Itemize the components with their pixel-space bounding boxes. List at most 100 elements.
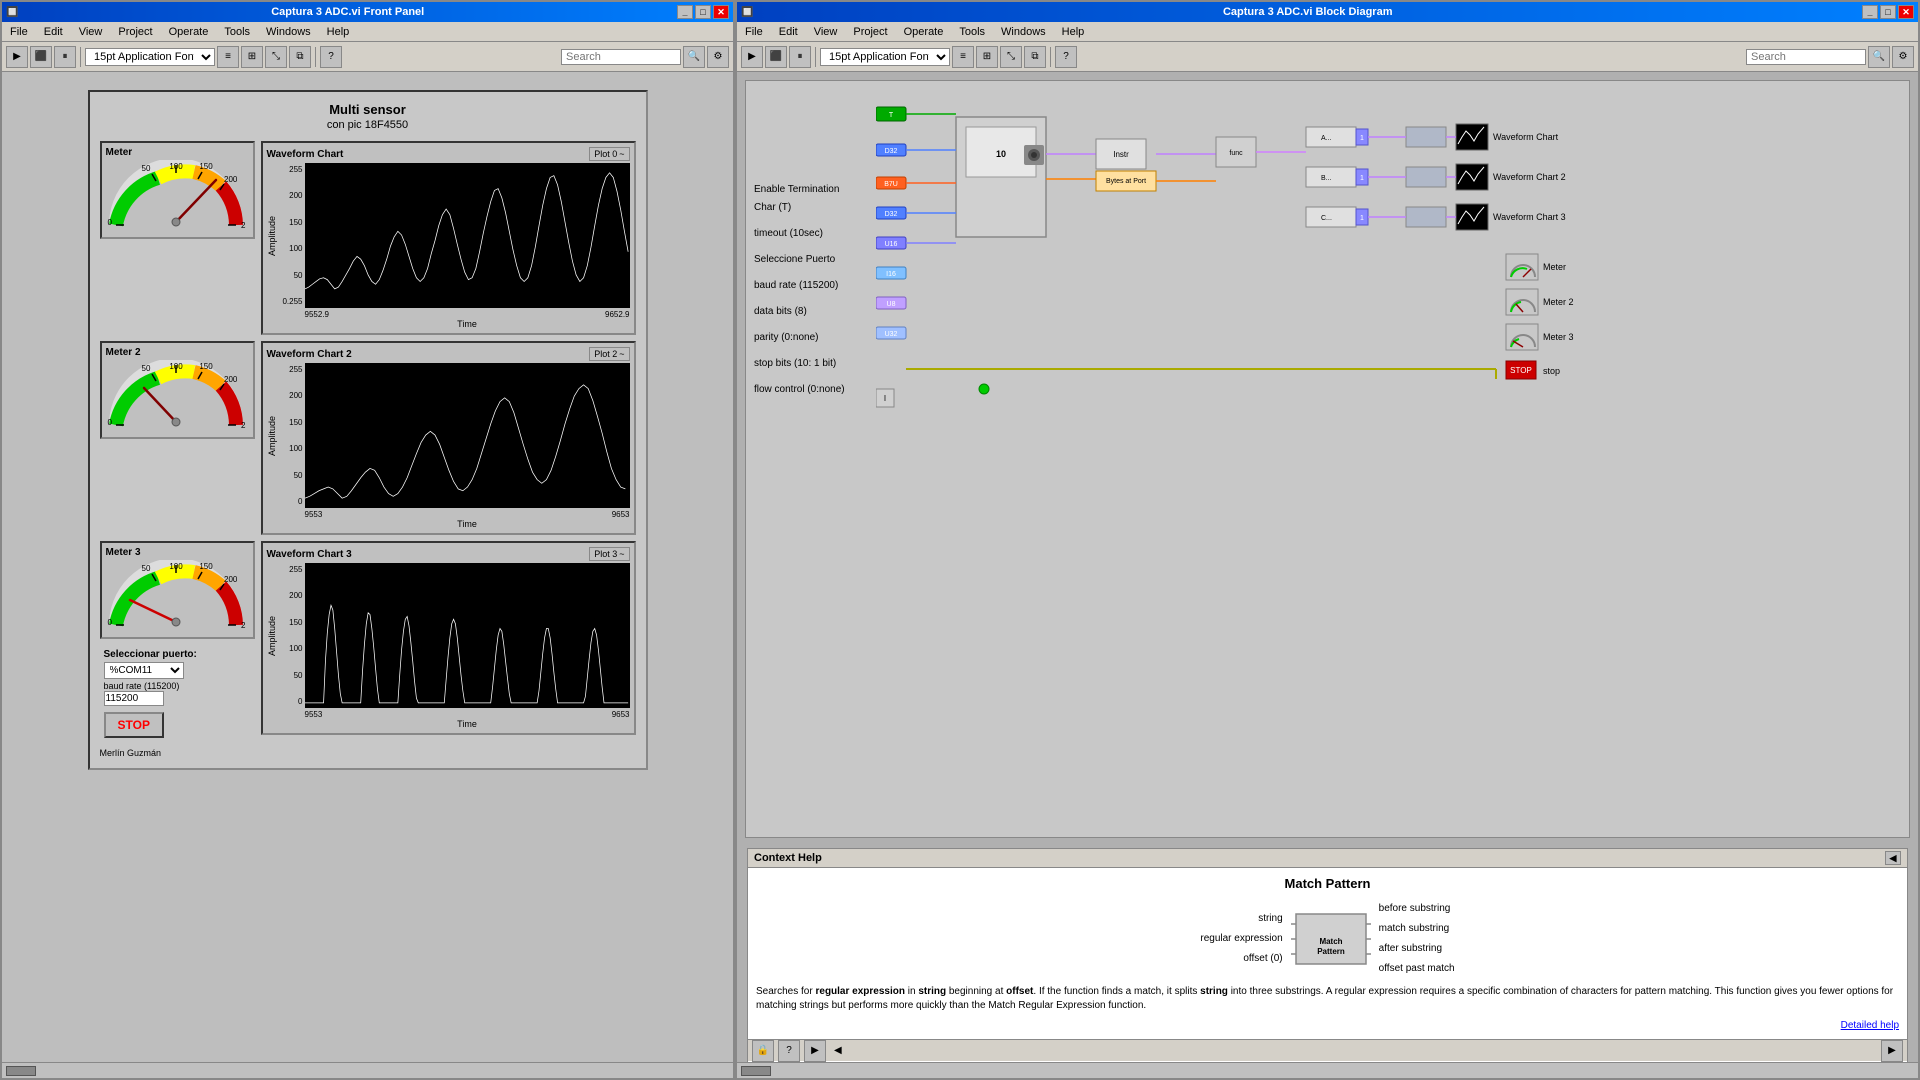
- toolbar-search-btn[interactable]: 🔍: [683, 46, 705, 68]
- chart1-plot-btn[interactable]: Plot 0 ~: [589, 147, 629, 161]
- menu-operate[interactable]: Operate: [165, 25, 213, 39]
- bd-menu-edit[interactable]: Edit: [775, 25, 802, 39]
- toolbar-pause[interactable]: ⏸: [54, 46, 76, 68]
- font-selector[interactable]: 15pt Application Font: [85, 48, 215, 66]
- bd-menu-windows[interactable]: Windows: [997, 25, 1050, 39]
- bd-toolbar-pause[interactable]: ⏸: [789, 46, 811, 68]
- chart3-waveform: [305, 563, 630, 708]
- svg-text:0: 0: [107, 218, 112, 227]
- svg-text:100: 100: [169, 162, 183, 171]
- svg-text:stop: stop: [1543, 366, 1560, 376]
- chart1-time: Time: [305, 319, 630, 329]
- bd-menu-operate[interactable]: Operate: [900, 25, 948, 39]
- label-flow-control: flow control (0:none): [754, 381, 845, 399]
- chart1-box: Waveform Chart Plot 0 ~ Amplitude 255 20…: [261, 141, 636, 335]
- svg-text:255: 255: [241, 621, 246, 630]
- diagram-scrollbar-h[interactable]: [737, 1062, 1918, 1078]
- bd-toolbar-align[interactable]: ≡: [952, 46, 974, 68]
- chart2-label: Waveform Chart 2: [267, 349, 352, 360]
- menu-tools[interactable]: Tools: [220, 25, 254, 39]
- chart1-ylabels: 255 200 150 100 50 0.255: [277, 163, 305, 308]
- label-enable-termination: Enable Termination Char (T): [754, 181, 845, 217]
- toolbar-stop[interactable]: ⬛: [30, 46, 52, 68]
- bd-close-button[interactable]: ✕: [1898, 5, 1914, 19]
- menu-edit[interactable]: Edit: [40, 25, 67, 39]
- chart3-ylabels: 255 200 150 100 50 0: [277, 563, 305, 708]
- bd-toolbar-extra2[interactable]: ⤡: [1000, 46, 1022, 68]
- block-diagram-search[interactable]: [1746, 49, 1866, 65]
- bd-menu-help[interactable]: Help: [1058, 25, 1089, 39]
- menu-help[interactable]: Help: [323, 25, 354, 39]
- help-btn-forward[interactable]: ▶: [804, 1040, 826, 1062]
- front-panel-search[interactable]: [561, 49, 681, 65]
- toolbar-distribute[interactable]: ⊞: [241, 46, 263, 68]
- stop-button[interactable]: STOP: [104, 712, 164, 738]
- bd-font-selector[interactable]: 15pt Application Font: [820, 48, 950, 66]
- svg-text:50: 50: [141, 364, 150, 373]
- bd-toolbar-extra1[interactable]: ⊞: [976, 46, 998, 68]
- toolbar-help[interactable]: ?: [320, 46, 342, 68]
- diagram-main-area: Enable Termination Char (T) timeout (10s…: [745, 80, 1910, 838]
- chart2-xaxis: 9553 9653: [305, 510, 630, 519]
- bd-menu-tools[interactable]: Tools: [955, 25, 989, 39]
- chart3-plot-btn[interactable]: Plot 3 ~: [589, 547, 629, 561]
- block-diagram-toolbar: ▶ ⬛ ⏸ 15pt Application Font ≡ ⊞ ⤡ ⧉ ? 🔍 …: [737, 42, 1918, 72]
- menu-view[interactable]: View: [75, 25, 107, 39]
- com-port-select[interactable]: %COM11: [104, 662, 184, 679]
- help-btn-question[interactable]: ?: [778, 1040, 800, 1062]
- toolbar-reorder[interactable]: ⧉: [289, 46, 311, 68]
- meter2-box: Meter 2 0 50: [100, 341, 255, 439]
- help-collapse-btn[interactable]: ◀: [1885, 851, 1901, 865]
- menu-windows[interactable]: Windows: [262, 25, 315, 39]
- bd-menu-project[interactable]: Project: [849, 25, 891, 39]
- bd-toolbar-run[interactable]: ▶: [741, 46, 763, 68]
- chart2-plot-btn[interactable]: Plot 2 ~: [589, 347, 629, 361]
- help-label-match: match substring: [1379, 919, 1455, 939]
- toolbar-extra[interactable]: ⚙: [707, 46, 729, 68]
- help-btn-collapse[interactable]: ▶: [1881, 1040, 1903, 1062]
- help-main-title: Match Pattern: [756, 876, 1899, 891]
- bd-menu-view[interactable]: View: [810, 25, 842, 39]
- front-panel-title: Captura 3 ADC.vi Front Panel: [18, 6, 677, 18]
- front-panel-scrollbar-h[interactable]: [2, 1062, 733, 1078]
- bd-minimize-button[interactable]: _: [1862, 5, 1878, 19]
- chart2-amplitude: Amplitude: [267, 363, 277, 508]
- help-btn-lock[interactable]: 🔒: [752, 1040, 774, 1062]
- svg-text:200: 200: [224, 575, 238, 584]
- chart1-waveform: [305, 163, 630, 308]
- menu-file[interactable]: File: [6, 25, 32, 39]
- bd-maximize-button[interactable]: □: [1880, 5, 1896, 19]
- chart2-header: Waveform Chart 2 Plot 2 ~: [267, 347, 630, 361]
- svg-text:255: 255: [241, 421, 246, 430]
- svg-text:0: 0: [107, 618, 112, 627]
- bd-toolbar-view[interactable]: ⚙: [1892, 46, 1914, 68]
- front-panel-content: Multi sensor con pic 18F4550 Meter: [2, 72, 733, 1062]
- bd-toolbar-stop[interactable]: ⬛: [765, 46, 787, 68]
- svg-text:100: 100: [169, 362, 183, 371]
- chart2-inner: Amplitude 255 200 150 100 50 0: [267, 363, 630, 529]
- svg-text:100: 100: [169, 562, 183, 571]
- diagram-content: Enable Termination Char (T) timeout (10s…: [737, 72, 1918, 1078]
- chart3-header: Waveform Chart 3 Plot 3 ~: [267, 547, 630, 561]
- label-baud-rate: baud rate (115200): [754, 277, 845, 295]
- toolbar-resize[interactable]: ⤡: [265, 46, 287, 68]
- menu-project[interactable]: Project: [114, 25, 156, 39]
- bd-toolbar-help[interactable]: ?: [1055, 46, 1077, 68]
- svg-text:B7U: B7U: [884, 181, 898, 188]
- toolbar-run[interactable]: ▶: [6, 46, 28, 68]
- minimize-button[interactable]: _: [677, 5, 693, 19]
- maximize-button[interactable]: □: [695, 5, 711, 19]
- svg-text:1: 1: [1360, 215, 1364, 222]
- baud-rate-input[interactable]: [104, 691, 164, 706]
- toolbar-align[interactable]: ≡: [217, 46, 239, 68]
- svg-text:I16: I16: [886, 271, 896, 278]
- bd-menu-file[interactable]: File: [741, 25, 767, 39]
- help-label-before: before substring: [1379, 899, 1455, 919]
- close-button[interactable]: ✕: [713, 5, 729, 19]
- svg-text:150: 150: [199, 162, 213, 171]
- bd-toolbar-extra3[interactable]: ⧉: [1024, 46, 1046, 68]
- bd-toolbar-search-btn[interactable]: 🔍: [1868, 46, 1890, 68]
- detailed-help-link[interactable]: Detailed help: [1841, 1020, 1899, 1031]
- meter3-gauge: 0 50 100 150 200 255: [106, 560, 246, 630]
- block-diagram-window: 🔲 Captura 3 ADC.vi Block Diagram _ □ ✕ F…: [735, 0, 1920, 1080]
